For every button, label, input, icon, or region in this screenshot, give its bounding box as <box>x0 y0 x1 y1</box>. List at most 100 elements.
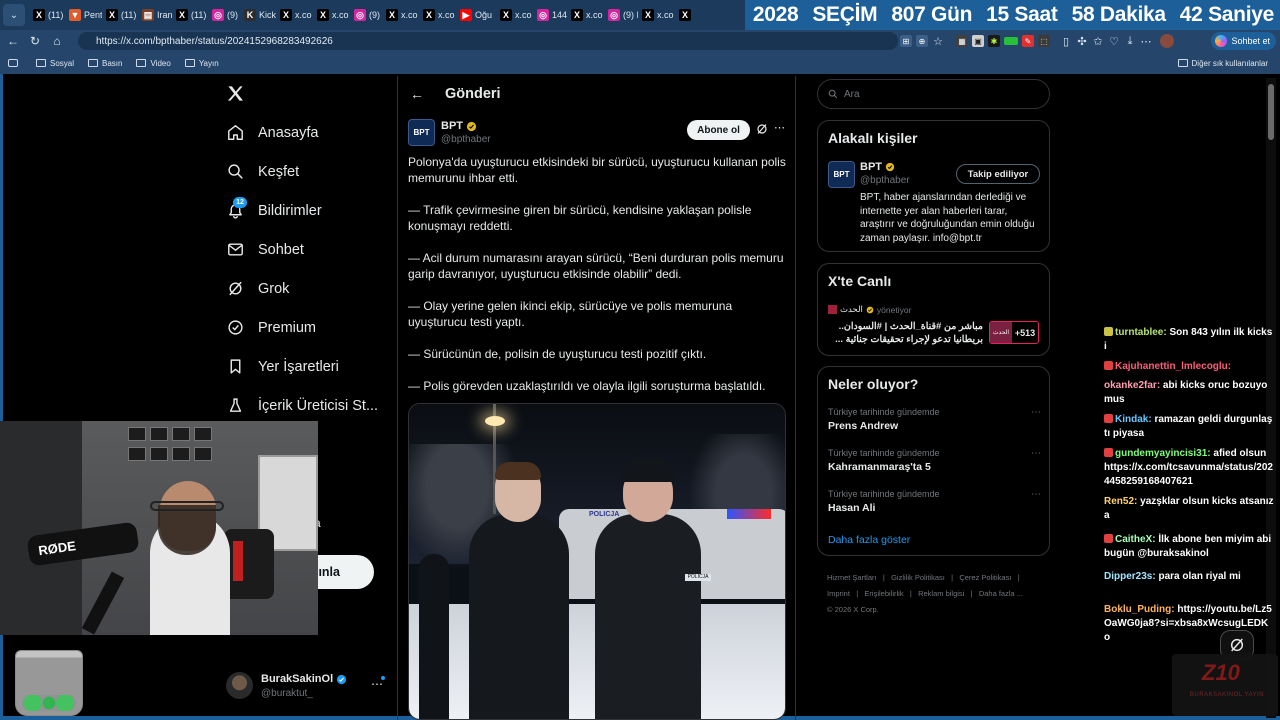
browser-tab[interactable]: Xx.co <box>382 0 419 30</box>
footer-separator: | <box>909 589 912 598</box>
trend-item[interactable]: Türkiye tarihinde gündemde Prens Andrew <box>828 407 1040 432</box>
other-bookmarks-label: Diğer sık kullanılanlar <box>1191 58 1268 68</box>
browser-tab[interactable]: X (11) <box>102 0 138 30</box>
nav-messages[interactable]: Sohbet <box>227 241 304 258</box>
trend-item[interactable]: Türkiye tarihinde gündemde Kahramanmaraş… <box>828 448 1040 473</box>
tab-label: (11) <box>191 10 207 20</box>
footer-link[interactable]: Daha fazla ... <box>979 589 1023 598</box>
trend-more-icon[interactable]: ⋯ <box>1031 489 1041 500</box>
tab-label: x.co <box>332 10 349 20</box>
x-logo-icon[interactable] <box>226 84 245 108</box>
show-more-link[interactable]: Daha fazla göster <box>828 534 910 546</box>
nav-grok[interactable]: Grok <box>227 280 289 297</box>
live-viewers-thumb[interactable]: الحدث +513 <box>989 321 1039 344</box>
post-photo[interactable]: POLICJA POLICJA <box>408 403 786 720</box>
favorite-star-icon[interactable]: ☆ <box>932 35 944 48</box>
browser-tab[interactable]: ◎(9) I <box>208 0 240 30</box>
browser-tab[interactable]: ◎(9) I <box>604 0 638 30</box>
author-avatar[interactable]: BPT <box>408 119 435 146</box>
election-countdown-banner: 2028 SEÇİM 807 Gün 15 Saat 58 Dakika 42 … <box>744 0 1280 30</box>
browser-tab[interactable]: Xx.co <box>276 0 313 30</box>
wall-photo-frames <box>128 427 224 463</box>
post-paragraph: — Polis görevden uzaklaştırıldı ve olayl… <box>408 379 766 393</box>
nav-explore[interactable]: Keşfet <box>227 163 299 180</box>
download-icon[interactable]: ⤓ <box>1124 35 1136 47</box>
tab-label: x.co <box>401 10 418 20</box>
collections-icon[interactable] <box>8 59 18 67</box>
scrollbar-thumb[interactable] <box>1268 84 1274 140</box>
extension-grid-icon[interactable]: ▦ <box>956 35 968 47</box>
trend-more-icon[interactable]: ⋯ <box>1031 407 1041 418</box>
tab-list-menu-icon[interactable]: ⌄ <box>3 4 25 26</box>
folder-icon <box>1177 59 1188 67</box>
author-name: BPT <box>441 120 463 132</box>
related-avatar[interactable]: BPT <box>828 161 855 188</box>
copilot-chat-button[interactable]: Sohbet et <box>1211 32 1276 50</box>
back-icon[interactable]: ← <box>2 31 24 51</box>
other-bookmarks[interactable]: Diğer sık kullanılanlar <box>1177 58 1268 68</box>
footer-link[interactable]: Gizlilik Politikası <box>891 573 945 582</box>
footer-link[interactable]: Imprint <box>827 589 850 598</box>
browser-tab[interactable]: ▤ Iran <box>138 0 172 30</box>
browser-tab[interactable]: K Kick <box>240 0 276 30</box>
trend-item[interactable]: Türkiye tarihinde gündemde Hasan Ali <box>828 489 1040 514</box>
bookmark-folder-sosyal[interactable]: Sosyal <box>36 59 74 68</box>
extension-puzzle-icon[interactable]: ⬚ <box>1038 35 1050 47</box>
browser-tab[interactable]: Xx.co <box>313 0 350 30</box>
translate-icon[interactable]: ⊞ <box>900 35 912 47</box>
more-options-icon[interactable]: ⋯ <box>1140 35 1152 48</box>
related-name-row[interactable]: BPT <box>860 161 895 173</box>
footer-link[interactable]: Hizmet Şartları <box>827 573 877 582</box>
nav-notifications[interactable]: 12 Bildirimler <box>227 197 322 219</box>
zoom-icon[interactable]: ⊕ <box>916 35 928 47</box>
account-switcher[interactable]: BurakSakinOl @buraktut_ ⋯ <box>226 672 386 702</box>
browser-tab[interactable]: X <box>675 0 691 30</box>
extension-red-icon[interactable]: ✎ <box>1022 35 1034 47</box>
browser-tab[interactable]: X (11) <box>172 0 208 30</box>
bookmark-icon <box>230 359 241 374</box>
browser-tab[interactable]: Xx.co <box>638 0 675 30</box>
post-more-icon[interactable]: ⋯ <box>774 121 785 134</box>
footer-link[interactable]: Çerez Politikası <box>959 573 1011 582</box>
extension-battery-icon[interactable] <box>1004 37 1018 45</box>
browser-tab[interactable]: ▶ Oğu <box>456 0 496 30</box>
split-screen-icon[interactable]: ▯ <box>1060 35 1072 48</box>
grok-explain-icon[interactable] <box>756 122 768 140</box>
browser-tab[interactable]: Xx.co <box>567 0 604 30</box>
bookmark-folder-video[interactable]: Video <box>136 59 171 68</box>
subscribe-button[interactable]: Abone ol <box>687 120 750 140</box>
browser-tab[interactable]: ◎144( <box>533 0 567 30</box>
heart-pulse-icon[interactable]: ♡ <box>1108 35 1120 48</box>
live-host-row[interactable]: الحدث yönetiyor <box>828 304 911 315</box>
post-paragraph: — Sürücünün de, polisin de uyuşturucu te… <box>408 347 707 361</box>
following-button[interactable]: Takip ediliyor <box>956 164 1040 184</box>
author-name-row[interactable]: BPT <box>441 120 477 132</box>
trend-more-icon[interactable]: ⋯ <box>1031 448 1041 459</box>
browser-tab[interactable]: Xx.co <box>419 0 456 30</box>
verified-check-icon <box>337 674 347 684</box>
nav-creator-studio[interactable]: İçerik Üreticisi St... <box>227 397 378 414</box>
browser-tab[interactable]: X (11) <box>29 0 65 30</box>
home-icon[interactable]: ⌂ <box>46 31 68 51</box>
extension-bug-icon[interactable]: ✱ <box>988 35 1000 47</box>
browser-tab[interactable]: ◎(9) I <box>350 0 382 30</box>
live-description[interactable]: مباشر من #قناة_الحدث | #السودان.. بريطان… <box>828 320 983 346</box>
footer-link[interactable]: Reklam bilgisi <box>918 589 964 598</box>
profile-avatar[interactable] <box>1160 34 1174 48</box>
bookmark-folder-yayin[interactable]: Yayın <box>184 59 219 68</box>
browser-tab[interactable]: ▼ Pent <box>65 0 102 30</box>
extensions-icon[interactable]: ✣ <box>1076 35 1088 48</box>
search-box[interactable]: Ara <box>817 79 1050 109</box>
favorites-icon[interactable]: ✩ <box>1092 35 1104 48</box>
browser-tab[interactable]: Xx.co <box>496 0 533 30</box>
extension-screen-icon[interactable]: ▣ <box>972 35 984 47</box>
nav-premium[interactable]: Premium <box>227 319 316 336</box>
nav-home[interactable]: Anasayfa <box>227 124 318 141</box>
bookmark-folder-basin[interactable]: Basın <box>88 59 122 68</box>
address-bar[interactable]: https://x.com/bpthaber/status/2024152968… <box>78 32 898 50</box>
nav-bookmarks[interactable]: Yer İşaretleri <box>227 358 339 375</box>
reload-icon[interactable]: ↻ <box>24 31 46 51</box>
back-arrow-icon[interactable]: ← <box>410 86 424 102</box>
footer-link[interactable]: Erişilebilirlik <box>864 589 903 598</box>
x-favicon-icon: X <box>642 9 654 21</box>
